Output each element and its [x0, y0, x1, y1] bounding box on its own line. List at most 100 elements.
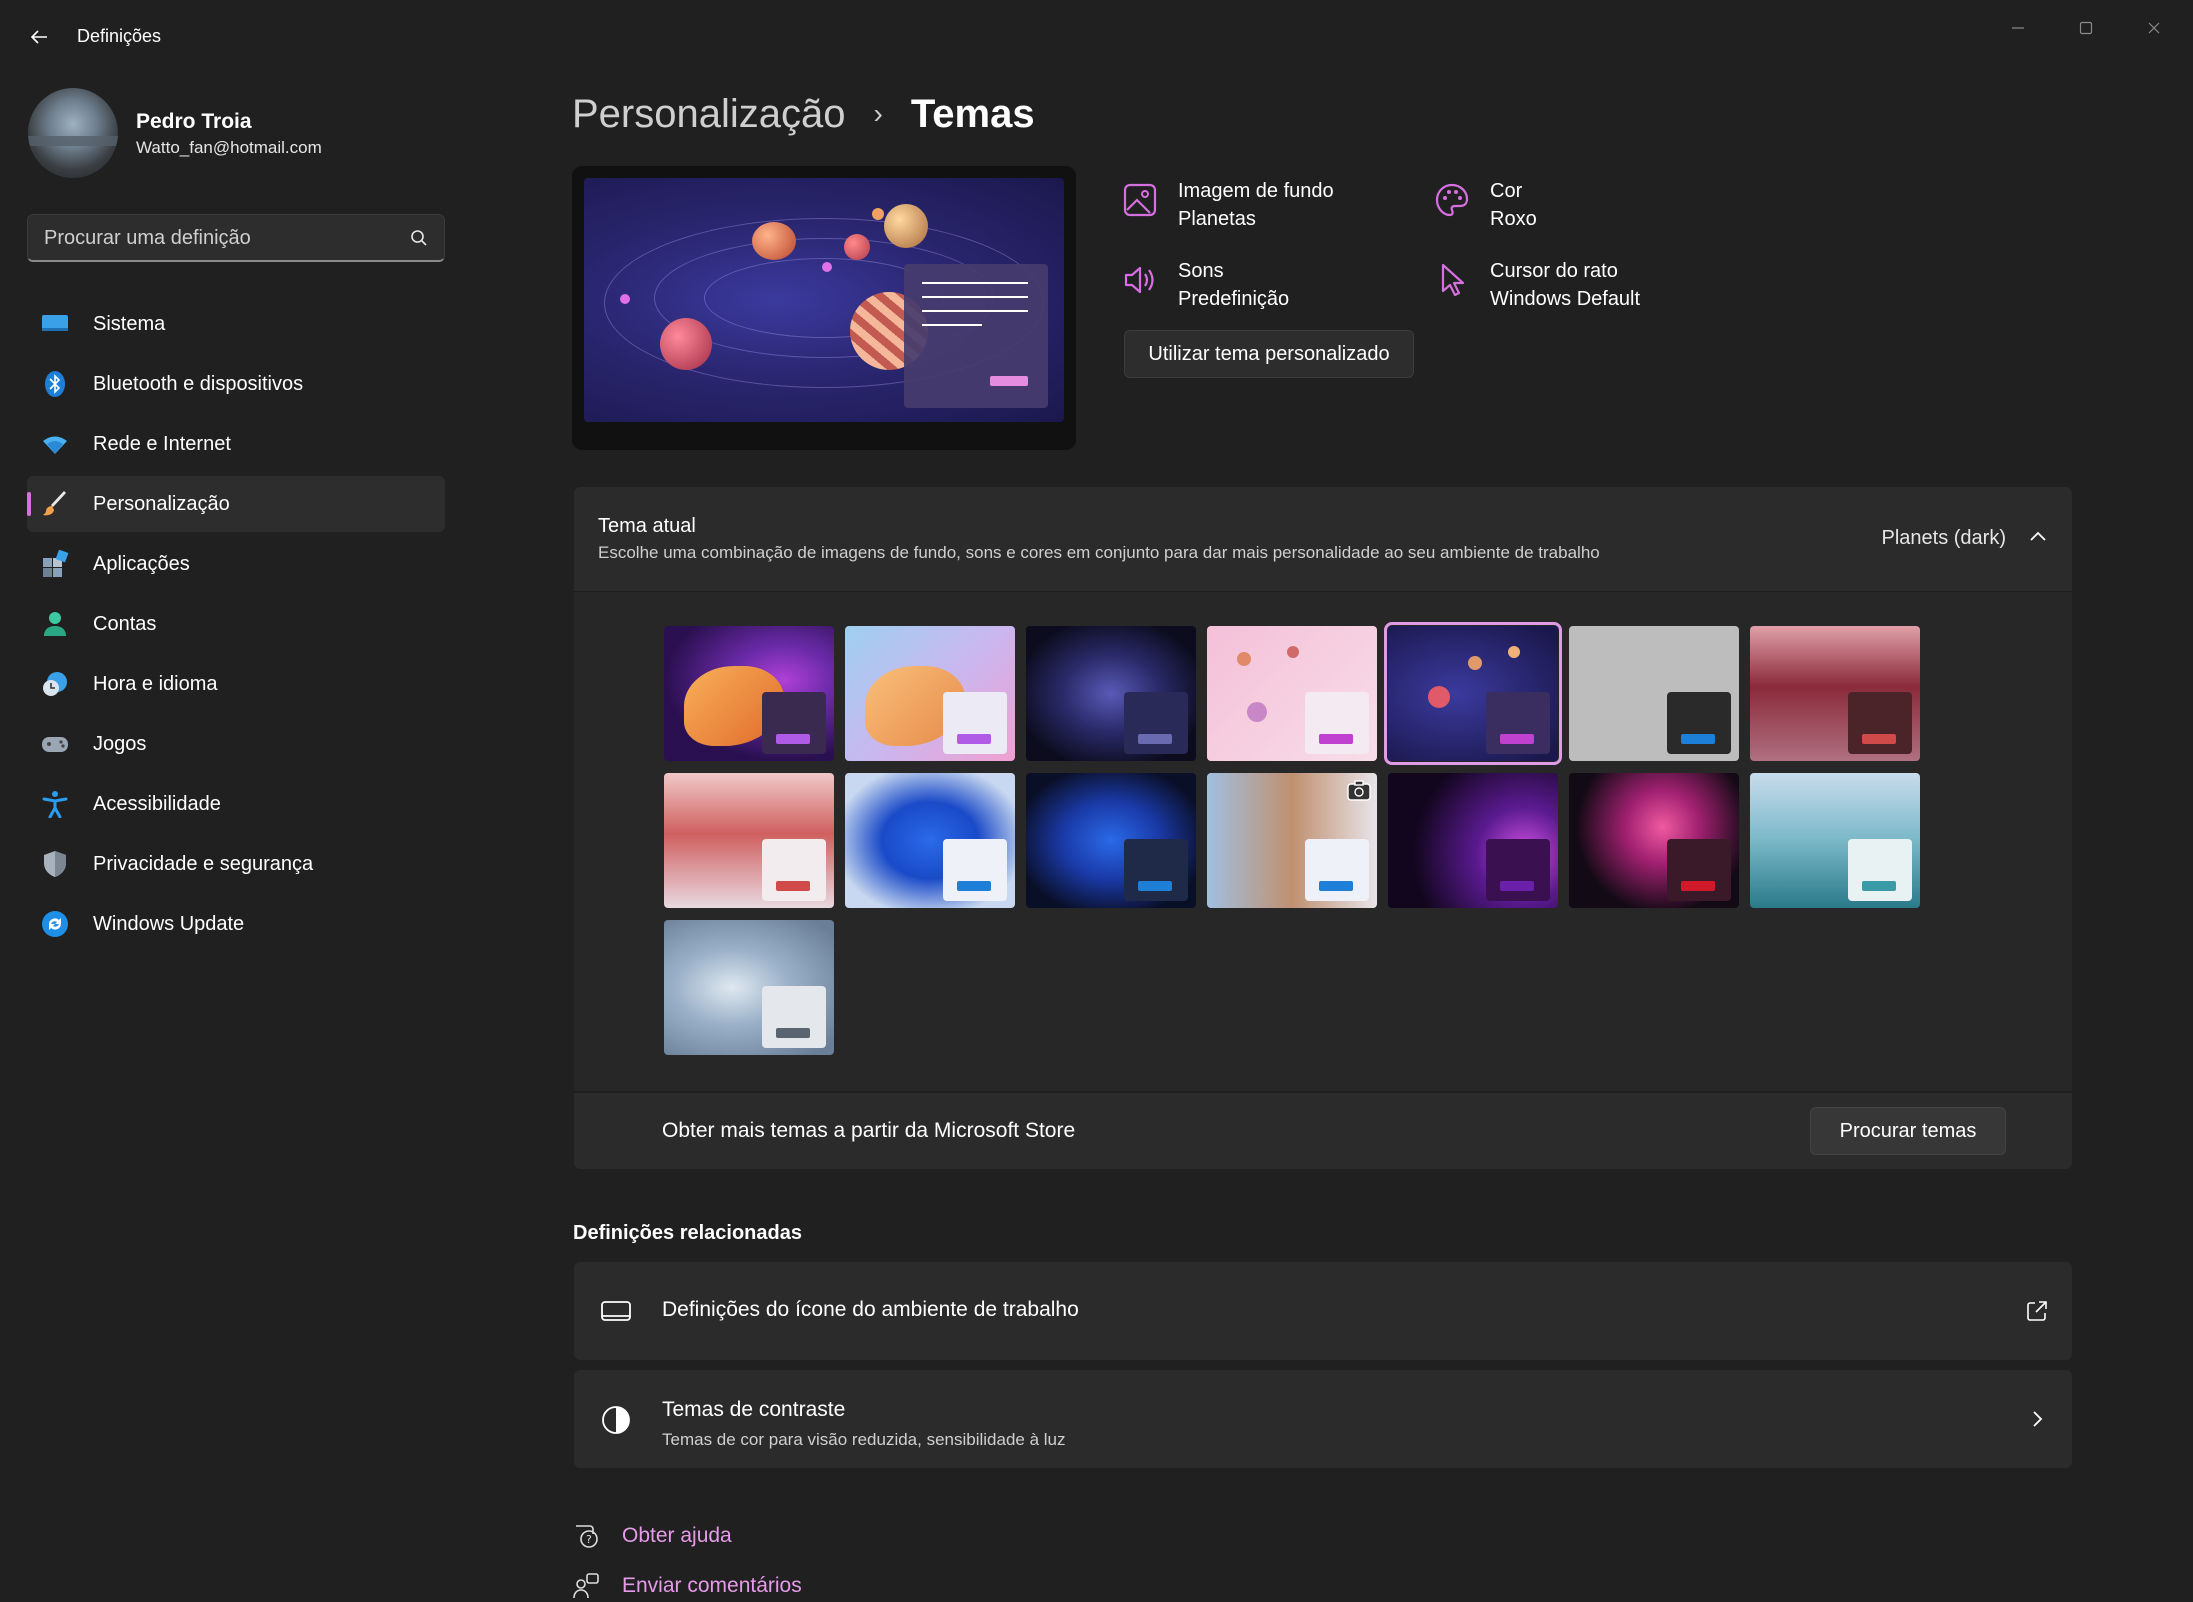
theme-tile-gray-blank[interactable]	[1569, 626, 1739, 761]
contrast-themes-card[interactable]: Temas de contraste Temas de cor para vis…	[574, 1370, 2072, 1468]
gamepad-icon	[41, 730, 69, 758]
preview-wallpaper	[584, 178, 1064, 422]
current-theme-header[interactable]: Tema atual Escolhe uma combinação de ima…	[574, 487, 2072, 591]
sidebar-item-label: Personalização	[93, 492, 230, 515]
user-name: Pedro Troia	[136, 110, 252, 133]
sidebar-item-label: Jogos	[93, 732, 147, 755]
background-setting[interactable]: Imagem de fundo Planetas	[1122, 178, 1422, 238]
avatar	[28, 88, 118, 178]
use-custom-theme-button[interactable]: Utilizar tema personalizado	[1124, 330, 1414, 378]
external-link-icon	[2027, 1301, 2047, 1321]
sidebar-item-sistema[interactable]: Sistema	[27, 296, 445, 352]
current-theme-description: Escolhe uma combinação de imagens de fun…	[598, 543, 1600, 562]
back-button[interactable]	[22, 20, 56, 54]
feedback-link-row[interactable]: Enviar comentários	[572, 1568, 802, 1602]
contrast-themes-title: Temas de contraste	[662, 1398, 846, 1421]
sidebar-item-contas[interactable]: Contas	[27, 596, 445, 652]
cursor-icon	[1441, 263, 1465, 297]
theme-tile-spotlight[interactable]	[1207, 773, 1377, 908]
theme-tile-lake[interactable]	[1750, 773, 1920, 908]
theme-tile-desert-light[interactable]	[664, 773, 834, 908]
sounds-value: Predefinição	[1178, 288, 1290, 310]
theme-tile-bloom-light[interactable]	[845, 626, 1015, 761]
breadcrumb-parent[interactable]: Personalização	[572, 92, 846, 137]
image-icon	[1123, 183, 1157, 217]
sidebar-item-bluetooth[interactable]: Bluetooth e dispositivos	[27, 356, 445, 412]
monitor-icon	[41, 310, 69, 338]
cursor-title: Cursor do rato	[1490, 260, 1618, 282]
cursor-setting[interactable]: Cursor do rato Windows Default	[1434, 258, 1734, 318]
sidebar-item-privacidade[interactable]: Privacidade e segurança	[27, 836, 445, 892]
help-link[interactable]: Obter ajuda	[622, 1524, 732, 1548]
microsoft-store-row: Obter mais temas a partir da Microsoft S…	[574, 1093, 2072, 1169]
search-input[interactable]	[44, 215, 404, 261]
current-theme-value: Planets (dark)	[1881, 527, 2007, 549]
user-profile[interactable]: Pedro Troia Watto_fan@hotmail.com	[28, 88, 448, 180]
theme-properties: Imagem de fundo Planetas Cor Roxo Sons P…	[1122, 178, 1722, 318]
sidebar-item-jogos[interactable]: Jogos	[27, 716, 445, 772]
sidebar-item-personalizacao[interactable]: Personalização	[27, 476, 445, 532]
desktop-icon-settings-title: Definições do ícone do ambiente de traba…	[662, 1298, 1079, 1321]
app-title: Definições	[77, 26, 162, 46]
sounds-setting[interactable]: Sons Predefinição	[1122, 258, 1422, 318]
background-value: Planetas	[1178, 208, 1256, 230]
cursor-value: Windows Default	[1490, 288, 1641, 310]
theme-tile-bloom-dark-blue[interactable]	[1026, 626, 1196, 761]
close-icon	[2148, 22, 2160, 34]
theme-tile-flower[interactable]	[1569, 773, 1739, 908]
arrow-left-icon	[30, 30, 47, 44]
browse-themes-button[interactable]: Procurar temas	[1810, 1107, 2006, 1155]
sidebar-item-label: Windows Update	[93, 912, 245, 935]
related-settings-title: Definições relacionadas	[573, 1222, 802, 1244]
theme-tile-desert-dark[interactable]	[1750, 626, 1920, 761]
breadcrumb: Personalização › Temas	[572, 88, 1035, 140]
refresh-icon	[41, 910, 69, 938]
help-chat-icon: ?	[576, 1525, 598, 1548]
sidebar-item-rede[interactable]: Rede e Internet	[27, 416, 445, 472]
color-title: Cor	[1490, 180, 1523, 202]
sidebar-item-hora[interactable]: Hora e idioma	[27, 656, 445, 712]
close-button[interactable]	[2120, 8, 2188, 48]
sidebar-item-windows-update[interactable]: Windows Update	[27, 896, 445, 952]
speaker-icon	[1124, 266, 1154, 294]
help-link-row[interactable]: ? Obter ajuda	[572, 1518, 732, 1554]
search-icon[interactable]	[410, 229, 428, 247]
minimize-button[interactable]	[1984, 8, 2052, 48]
minimize-icon	[2012, 27, 2024, 29]
color-setting[interactable]: Cor Roxo	[1434, 178, 1734, 238]
theme-tile-planets-dark[interactable]	[1384, 622, 1562, 765]
sidebar-item-label: Acessibilidade	[93, 792, 221, 815]
apps-icon	[41, 550, 69, 578]
shield-icon	[41, 850, 69, 878]
theme-tile-planets-light[interactable]	[1207, 626, 1377, 761]
desktop-icon-settings-card[interactable]: Definições do ícone do ambiente de traba…	[574, 1262, 2072, 1360]
sounds-title: Sons	[1178, 260, 1224, 282]
theme-tile-captured-motion[interactable]	[664, 920, 834, 1055]
sidebar-item-label: Aplicações	[93, 552, 190, 575]
monitor-outline-icon	[601, 1301, 631, 1321]
title-bar: Definições	[0, 0, 2193, 74]
color-value: Roxo	[1490, 208, 1537, 230]
person-icon	[41, 610, 69, 638]
store-text: Obter mais temas a partir da Microsoft S…	[662, 1119, 1076, 1142]
search-box	[27, 214, 445, 262]
sidebar-item-acessibilidade[interactable]: Acessibilidade	[27, 776, 445, 832]
themes-grid	[574, 591, 2072, 1091]
background-title: Imagem de fundo	[1178, 180, 1334, 202]
maximize-button[interactable]	[2052, 8, 2120, 48]
sidebar-item-aplicacoes[interactable]: Aplicações	[27, 536, 445, 592]
feedback-icon	[573, 1573, 599, 1599]
theme-preview	[572, 166, 1076, 450]
page-title: Temas	[910, 91, 1035, 136]
chevron-up-icon[interactable]	[2026, 525, 2050, 549]
theme-tile-windows-dark[interactable]	[1026, 773, 1196, 908]
sidebar-item-label: Bluetooth e dispositivos	[93, 372, 304, 395]
feedback-link[interactable]: Enviar comentários	[622, 1574, 802, 1598]
sidebar-item-label: Sistema	[93, 312, 166, 335]
camera-icon	[1347, 780, 1371, 801]
theme-tile-bloom-purple-dark[interactable]	[664, 626, 834, 761]
theme-tile-windows-light[interactable]	[845, 773, 1015, 908]
sidebar-item-label: Contas	[93, 612, 157, 635]
theme-tile-glow[interactable]	[1388, 773, 1558, 908]
bluetooth-icon	[41, 370, 69, 398]
